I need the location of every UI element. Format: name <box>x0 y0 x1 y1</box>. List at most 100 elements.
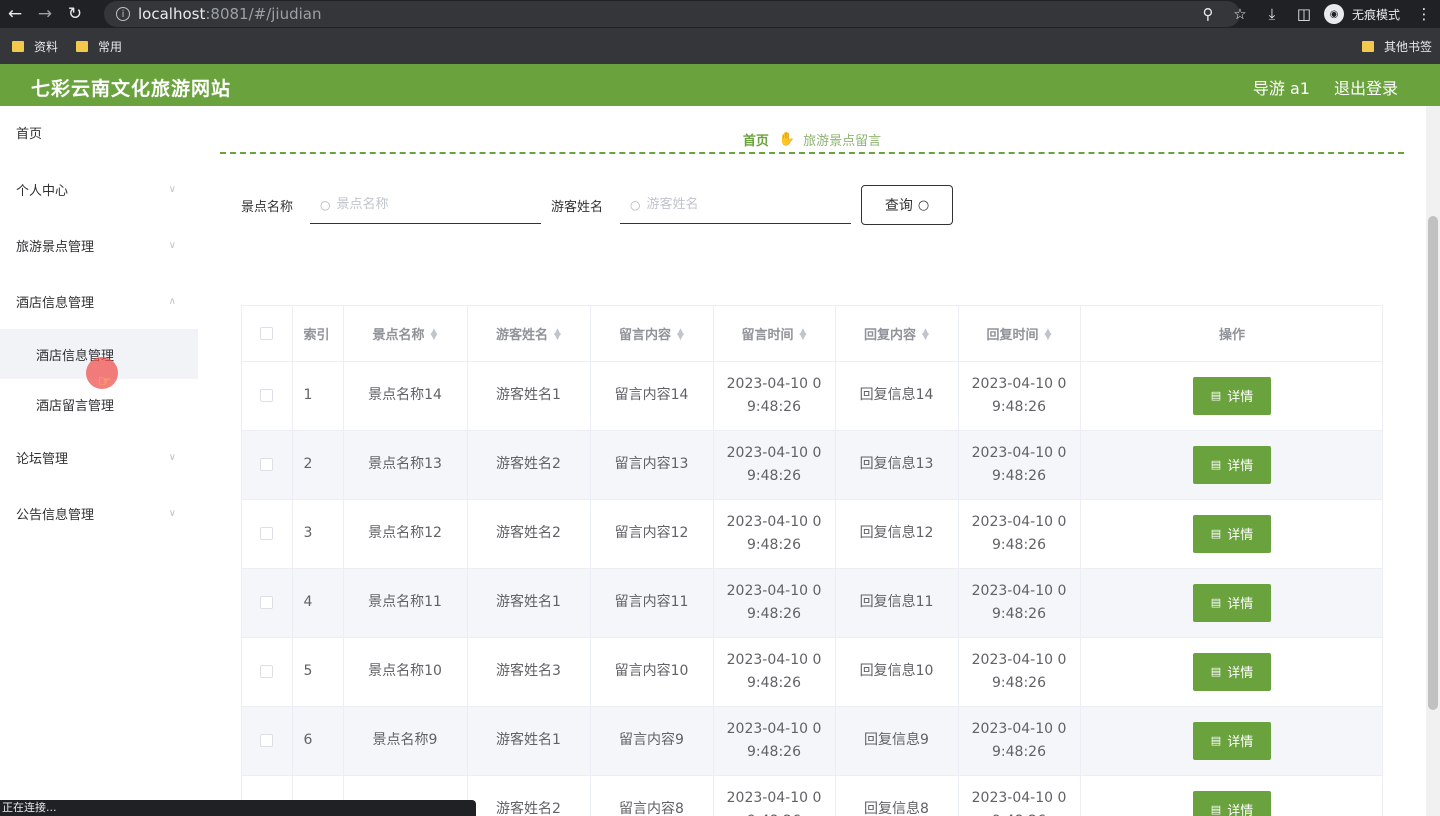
reply-content-cell: 回复信息8 <box>835 775 959 816</box>
spot-name-cell: 景点名称13 <box>343 430 468 500</box>
reload-icon[interactable]: ↻ <box>60 0 90 28</box>
hand-cursor-icon: ☞ <box>98 372 112 390</box>
actions-cell: ▤ 详情 <box>1080 568 1382 638</box>
actions-cell: ▤ 详情 <box>1080 430 1382 500</box>
date-part: 2023-04-10 0 <box>726 720 822 737</box>
message-content-cell: 留言内容10 <box>590 637 714 707</box>
site-info-icon[interactable]: i <box>116 7 130 21</box>
search-icon: ○ <box>917 197 930 213</box>
visitor-name-cell: 游客姓名2 <box>467 430 591 500</box>
detail-button[interactable]: ▤ 详情 <box>1193 790 1271 816</box>
column-header[interactable]: 留言内容 ▲ ▼ <box>590 306 714 362</box>
row-checkbox[interactable] <box>260 733 274 747</box>
time-part: 9:48:26 <box>992 536 1046 553</box>
column-header[interactable]: 留言时间 ▲ ▼ <box>713 306 836 362</box>
row-checkbox[interactable] <box>260 595 274 609</box>
column-header-label: 留言时间 <box>741 327 794 343</box>
actions-cell: ▤ 详情 <box>1080 775 1382 816</box>
other-bookmarks[interactable]: 其他书签 <box>1362 38 1432 55</box>
visitor-name-field[interactable]: ○ <box>620 186 851 224</box>
spot-name-field[interactable]: ○ <box>310 186 541 224</box>
document-icon: ▤ <box>1210 665 1222 678</box>
query-button[interactable]: 查询 ○ <box>861 185 953 225</box>
incognito-icon: ◉ <box>1323 4 1344 24</box>
detail-button[interactable]: ▤ 详情 <box>1193 445 1271 484</box>
sidebar-item-label: 个人中心 <box>16 183 69 199</box>
sort-icon[interactable]: ▲ ▼ <box>431 328 438 342</box>
row-checkbox[interactable] <box>260 664 274 678</box>
url-host: localhost <box>138 5 206 23</box>
sidepanel-icon[interactable]: ◫ <box>1288 5 1320 23</box>
message-content-cell: 留言内容8 <box>590 775 714 816</box>
message-time-cell: 2023-04-10 0 9:48:26 <box>713 637 836 707</box>
column-header[interactable]: 回复内容 ▲ ▼ <box>835 306 959 362</box>
spot-name-cell: 景点名称10 <box>343 637 468 707</box>
row-checkbox[interactable] <box>260 457 274 471</box>
menu-icon[interactable]: ⋮ <box>1408 5 1440 23</box>
sort-icon[interactable]: ▲ ▼ <box>800 328 807 342</box>
column-header-label: 游客姓名 <box>496 327 549 343</box>
bookmark-folder[interactable]: 资料 <box>12 38 58 55</box>
reply-time-cell: 2023-04-10 0 9:48:26 <box>958 637 1081 707</box>
row-checkbox[interactable] <box>260 388 274 402</box>
time-part: 9:48:26 <box>992 605 1046 622</box>
scrollbar-thumb[interactable] <box>1428 216 1438 710</box>
time-part: 9:48:26 <box>747 398 801 415</box>
select-all-checkbox[interactable] <box>260 326 274 340</box>
column-header-label: 回复内容 <box>864 327 917 343</box>
breadcrumb: 首页 ✋ 旅游景点留言 <box>220 124 1404 154</box>
actions-cell: ▤ 详情 <box>1080 499 1382 569</box>
detail-button[interactable]: ▤ 详情 <box>1193 583 1271 622</box>
sort-icon[interactable]: ▲ ▼ <box>677 328 684 342</box>
sidebar-item-spots[interactable]: 旅游景点管理 ∨ <box>0 225 198 265</box>
sidebar-item-notice[interactable]: 公告信息管理 ∨ <box>0 493 198 533</box>
sort-icon[interactable]: ▲ ▼ <box>922 328 929 342</box>
detail-button[interactable]: ▤ 详情 <box>1193 514 1271 553</box>
message-time-cell: 2023-04-10 0 9:48:26 <box>713 430 836 500</box>
download-icon[interactable]: ⤓ <box>1256 5 1288 23</box>
table-row: 4 景点名称11 游客姓名1 留言内容11 2023-04-10 0 9:48:26 回复信… <box>242 568 1382 638</box>
date-part: 2023-04-10 0 <box>971 513 1067 530</box>
logout-link[interactable]: 退出登录 <box>1334 75 1398 99</box>
column-header[interactable]: 回复时间 ▲ ▼ <box>958 306 1081 362</box>
column-header[interactable]: 游客姓名 ▲ ▼ <box>467 306 591 362</box>
document-icon: ▤ <box>1210 734 1222 747</box>
spot-name-input[interactable] <box>336 197 527 212</box>
app-header: 七彩云南文化旅游网站 导游 a1 退出登录 <box>0 64 1440 106</box>
date-part: 2023-04-10 0 <box>971 789 1067 806</box>
bookmark-folder[interactable]: 常用 <box>76 38 122 55</box>
row-select-cell <box>242 361 293 431</box>
back-icon[interactable]: ← <box>0 0 30 28</box>
address-bar[interactable]: i localhost:8081/#/jiudian <box>104 1 1240 27</box>
detail-button[interactable]: ▤ 详情 <box>1193 376 1271 415</box>
chevron-down-icon: ∨ <box>168 507 176 519</box>
sort-icon[interactable]: ▲ ▼ <box>1045 328 1052 342</box>
folder-icon <box>1362 41 1374 52</box>
page-scrollbar[interactable] <box>1426 106 1440 816</box>
row-checkbox[interactable] <box>260 526 274 540</box>
time-part: 9:48:26 <box>747 813 801 816</box>
incognito-badge[interactable]: ◉ 无痕模式 <box>1323 4 1400 24</box>
forward-icon[interactable]: → <box>30 0 60 28</box>
detail-button[interactable]: ▤ 详情 <box>1193 721 1271 760</box>
sidebar-item-forum[interactable]: 论坛管理 ∨ <box>0 437 198 477</box>
row-select-cell <box>242 637 293 707</box>
time-part: 9:48:26 <box>747 536 801 553</box>
key-icon[interactable]: ⚲ <box>1192 5 1224 23</box>
detail-button[interactable]: ▤ 详情 <box>1193 652 1271 691</box>
sidebar-item-home[interactable]: 首页 <box>0 112 198 152</box>
sort-icon[interactable]: ▲ ▼ <box>554 328 561 342</box>
sidebar-item-personal[interactable]: 个人中心 ∨ <box>0 169 198 209</box>
time-part: 9:48:26 <box>747 467 801 484</box>
breadcrumb-home[interactable]: 首页 <box>743 130 769 149</box>
row-select-cell <box>242 499 293 569</box>
column-header[interactable]: 景点名称 ▲ ▼ <box>343 306 468 362</box>
user-label: 导游 a1 <box>1252 79 1310 98</box>
visitor-name-input[interactable] <box>646 197 837 212</box>
index-cell: 6 <box>292 706 344 776</box>
date-part: 2023-04-10 0 <box>726 789 822 806</box>
document-icon: ▤ <box>1210 458 1222 471</box>
date-part: 2023-04-10 0 <box>726 375 822 392</box>
star-icon[interactable]: ☆ <box>1224 5 1256 23</box>
sidebar-item-hotel[interactable]: 酒店信息管理 ∧ <box>0 281 198 321</box>
